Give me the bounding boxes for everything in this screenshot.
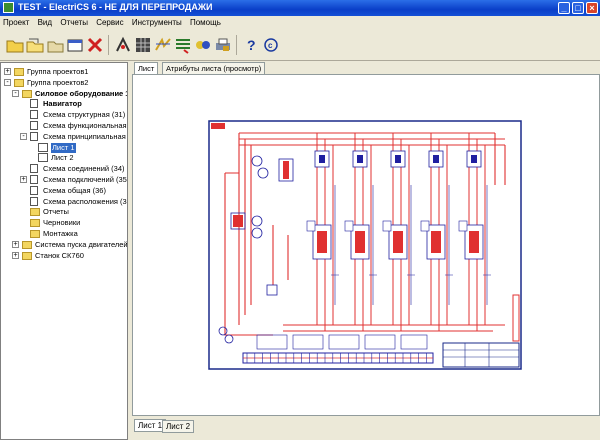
document-icon (30, 175, 38, 184)
toolbar: ? c (0, 30, 600, 61)
minimize-button[interactable]: _ (558, 2, 570, 14)
close-button[interactable]: × (586, 2, 598, 14)
copyright-icon[interactable]: c (262, 36, 280, 54)
menu-view[interactable]: Вид (35, 16, 55, 27)
title-bar: TEST - ElectriCS 6 - НЕ ДЛЯ ПЕРЕПРОДАЖИ … (0, 0, 600, 16)
tree-item-label: Схема принципиальная ( (43, 131, 128, 141)
open-project-icon[interactable] (26, 36, 44, 54)
tab-sheet[interactable]: Лист (134, 62, 159, 74)
tree-item-label: Отчеты (43, 207, 69, 217)
tree-item-label: Схема функциональная ( (43, 121, 128, 130)
sheet-tab-2[interactable]: Лист 2 (162, 420, 195, 433)
schematic-drawing (208, 120, 522, 370)
menu-tools[interactable]: Инструменты (129, 16, 185, 27)
tree-item-label: Станок СК760 (35, 250, 84, 260)
collapse-icon[interactable]: - (4, 78, 11, 86)
menu-project[interactable]: Проект (0, 16, 32, 27)
svg-text:c: c (268, 41, 273, 50)
tree-item-label: Навигатор (43, 99, 82, 109)
wire-tool-icon[interactable] (114, 36, 132, 54)
menu-service[interactable]: Сервис (93, 16, 126, 27)
project-tree[interactable]: + Группа проектов1- Группа проектов2- Силов… (0, 62, 128, 440)
help-icon[interactable]: ? (242, 36, 260, 54)
folder-icon (30, 208, 40, 217)
document-tabs: Лист Атрибуты листа (просмотр) (132, 62, 600, 74)
document-icon (30, 131, 38, 141)
tree-item-label: Монтажка (43, 229, 78, 238)
document-icon (30, 185, 38, 195)
tree-item-label: Система пуска двигателей (35, 239, 128, 249)
tree-item-label: Группа проектов1 (27, 67, 89, 76)
document-icon (30, 121, 38, 130)
document-icon (30, 110, 38, 120)
svg-text:?: ? (247, 37, 256, 53)
expand-icon[interactable]: + (12, 240, 19, 248)
collapse-icon[interactable]: - (12, 89, 19, 97)
tree-item-label: Лист 1 (51, 142, 76, 153)
toolbar-separator (108, 35, 109, 55)
print-icon[interactable] (214, 36, 232, 54)
tree-item-label: Силовое оборудование 1 (35, 88, 128, 98)
sheet-stamp-top (211, 123, 225, 129)
app-icon (3, 2, 14, 13)
expand-icon[interactable]: + (12, 251, 19, 259)
document-icon (30, 196, 38, 206)
expand-icon[interactable]: + (20, 176, 27, 183)
sheet-icon (38, 142, 48, 152)
drawing-canvas[interactable] (132, 74, 600, 416)
open-folder-icon[interactable] (6, 36, 24, 54)
menu-bar: Проект Вид Отчеты Сервис Инструменты Пом… (0, 16, 600, 30)
tree-item-label: Схема общая (36) (43, 185, 106, 195)
toolbar-separator (236, 35, 237, 55)
tree-item-label: Схема структурная (31) (43, 110, 126, 120)
sheet-tabs: Лист 1 Лист 2 (132, 418, 600, 440)
folder-icon (22, 240, 32, 249)
tree-item-label: Лист 2 (51, 153, 74, 163)
list-icon[interactable] (174, 36, 192, 54)
grid-icon[interactable] (134, 36, 152, 54)
folder-icon (14, 68, 24, 76)
tree-item-label: Схема соединений (34) (43, 164, 125, 174)
menu-help[interactable]: Помощь (187, 16, 224, 27)
folder-icon (22, 89, 32, 98)
tree-item-label: Схема подключений (35) (43, 175, 128, 184)
folder-icon (14, 78, 24, 87)
tree-item-label: Схема расположения (37 (43, 196, 128, 206)
tree-item-label: Группа проектов2 (27, 77, 89, 87)
folder-icon (30, 219, 40, 228)
route-icon[interactable] (154, 36, 172, 54)
window-title: TEST - ElectriCS 6 - НЕ ДЛЯ ПЕРЕПРОДАЖИ (18, 2, 213, 12)
delete-icon[interactable] (86, 36, 104, 54)
save-icon[interactable] (46, 36, 64, 54)
folder-icon (22, 251, 32, 260)
tab-sheet-attributes[interactable]: Атрибуты листа (просмотр) (162, 62, 266, 74)
maximize-button[interactable]: □ (572, 2, 584, 14)
document-icon (30, 164, 38, 174)
collapse-icon[interactable]: - (20, 132, 27, 140)
tree-item-label: Черновики (43, 218, 81, 228)
document-icon (30, 99, 38, 109)
menu-reports[interactable]: Отчеты (57, 16, 91, 27)
sheet-icon (38, 153, 48, 163)
new-window-icon[interactable] (66, 36, 84, 54)
expand-icon[interactable]: + (4, 68, 11, 75)
folder-icon (30, 230, 40, 238)
components-icon[interactable] (194, 36, 212, 54)
